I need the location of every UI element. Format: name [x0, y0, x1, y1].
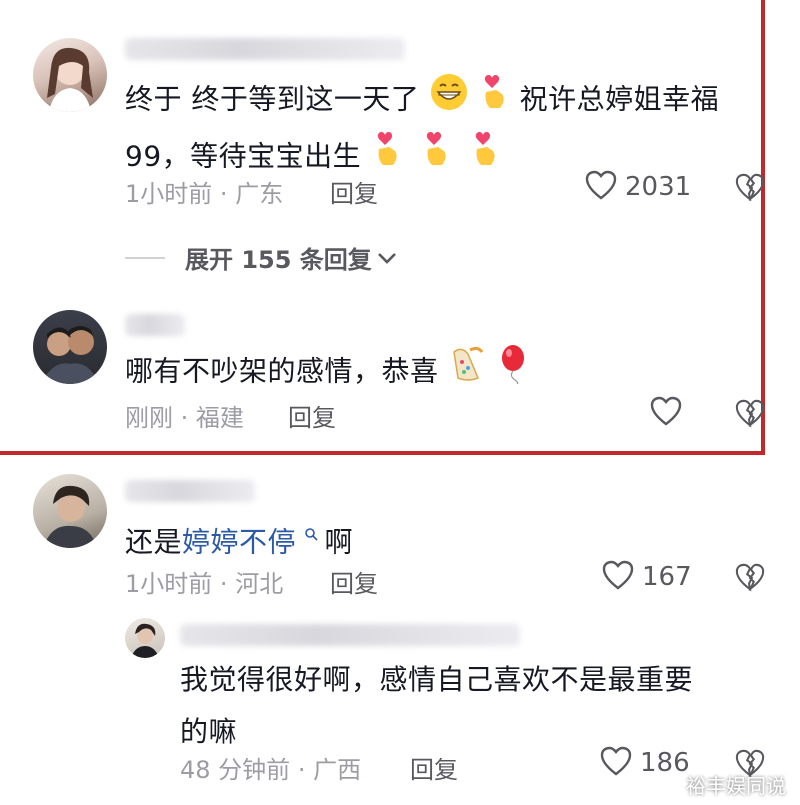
heart-icon — [600, 746, 632, 780]
like-button[interactable]: 186 — [600, 746, 690, 780]
reply-text-part: 的嘛 — [180, 715, 238, 748]
watermark: 裕丰娱同说 — [686, 774, 786, 798]
finger-heart-emoji — [469, 129, 501, 186]
dislike-button[interactable] — [735, 562, 765, 596]
like-count: 2031 — [625, 172, 692, 202]
finger-heart-emoji — [420, 129, 452, 186]
reply-time: 48 分钟前 — [180, 756, 291, 784]
comment-item: 还是婷婷不停 啊 1小时前 · 河北 回复 167 — [0, 460, 800, 600]
reply-button[interactable]: 回复 — [410, 750, 458, 785]
comment-meta: 刚刚 · 福建 — [125, 398, 244, 433]
comment-text-part: 祝许总婷姐幸福 — [519, 82, 720, 116]
heart-icon — [650, 396, 682, 430]
expand-replies-button[interactable]: 展开 155 条回复 — [125, 240, 398, 275]
comment-text-part: 还是 — [125, 525, 183, 559]
username-blurred[interactable] — [125, 314, 185, 336]
reply-text: 我觉得很好啊，感情自己喜欢不是最重要 的嘛 — [180, 654, 760, 758]
meta-separator: · — [297, 756, 306, 784]
comment-meta: 1小时前 · 河北 — [125, 564, 283, 599]
like-count: 167 — [642, 562, 692, 592]
like-button[interactable]: 167 — [602, 560, 692, 594]
expand-replies-label: 展开 155 条回复 — [185, 246, 372, 274]
avatar[interactable] — [33, 38, 107, 112]
comment-text: 哪有不吵架的感情，恭喜 — [125, 344, 529, 401]
comment-text-part: 终于 终于等到这一天了 — [125, 82, 420, 116]
reply-button[interactable]: 回复 — [288, 398, 336, 433]
like-button[interactable] — [650, 396, 682, 430]
reply-location: 广西 — [313, 756, 362, 784]
meta-separator: · — [219, 570, 228, 598]
party-popper-emoji — [448, 344, 488, 401]
dislike-button[interactable] — [735, 172, 765, 206]
comment-text-part: 99，等待宝宝出生 — [125, 139, 362, 173]
comment-location: 广东 — [235, 180, 284, 208]
reply-button[interactable]: 回复 — [330, 174, 378, 209]
search-link[interactable]: 婷婷不停 — [182, 525, 296, 558]
username-blurred[interactable] — [125, 480, 255, 502]
comment-text-part: 啊 — [324, 525, 354, 559]
heart-icon — [585, 170, 617, 204]
heart-icon — [602, 560, 634, 594]
meta-separator: · — [180, 404, 189, 432]
comment-item: 终于 终于等到这一天了 祝许总婷姐幸福 99，等待宝宝出生 1小时前 · 广东 … — [0, 0, 800, 230]
avatar[interactable] — [125, 618, 165, 658]
grin-emoji — [429, 72, 469, 129]
dislike-button[interactable] — [735, 398, 765, 432]
comment-time: 刚刚 — [125, 404, 173, 432]
reply-text-part: 我觉得很好啊，感情自己喜欢不是最重要 — [180, 663, 694, 696]
username-blurred[interactable] — [125, 38, 405, 60]
comment-time: 1小时前 — [125, 180, 213, 208]
broken-heart-icon — [735, 563, 765, 596]
avatar[interactable] — [33, 474, 107, 548]
chevron-down-icon — [376, 244, 398, 272]
like-button[interactable]: 2031 — [585, 170, 691, 204]
broken-heart-icon — [735, 173, 765, 206]
comment-location: 福建 — [195, 404, 244, 432]
comment-time: 1小时前 — [125, 570, 213, 598]
comment-item: 哪有不吵架的感情，恭喜 刚刚 · 福建 回复 — [0, 300, 800, 450]
reply-item: 我觉得很好啊，感情自己喜欢不是最重要 的嘛 48 分钟前 · 广西 回复 186 — [0, 610, 800, 805]
username-blurred[interactable] — [180, 624, 520, 646]
finger-heart-emoji — [478, 72, 510, 129]
expand-divider — [125, 256, 165, 259]
comment-text: 还是婷婷不停 啊 — [125, 510, 353, 568]
avatar[interactable] — [33, 310, 107, 384]
reply-button[interactable]: 回复 — [330, 564, 378, 599]
meta-separator: · — [219, 180, 228, 208]
like-count: 186 — [640, 748, 690, 778]
comment-text: 终于 终于等到这一天了 祝许总婷姐幸福 99，等待宝宝出生 — [125, 72, 765, 186]
comment-text-part: 哪有不吵架的感情，恭喜 — [125, 354, 439, 388]
comment-meta: 1小时前 · 广东 — [125, 174, 283, 209]
broken-heart-icon — [735, 399, 765, 432]
search-icon[interactable] — [298, 525, 324, 546]
balloon-emoji — [497, 344, 529, 401]
reply-meta: 48 分钟前 · 广西 — [180, 750, 361, 785]
comment-location: 河北 — [235, 570, 284, 598]
